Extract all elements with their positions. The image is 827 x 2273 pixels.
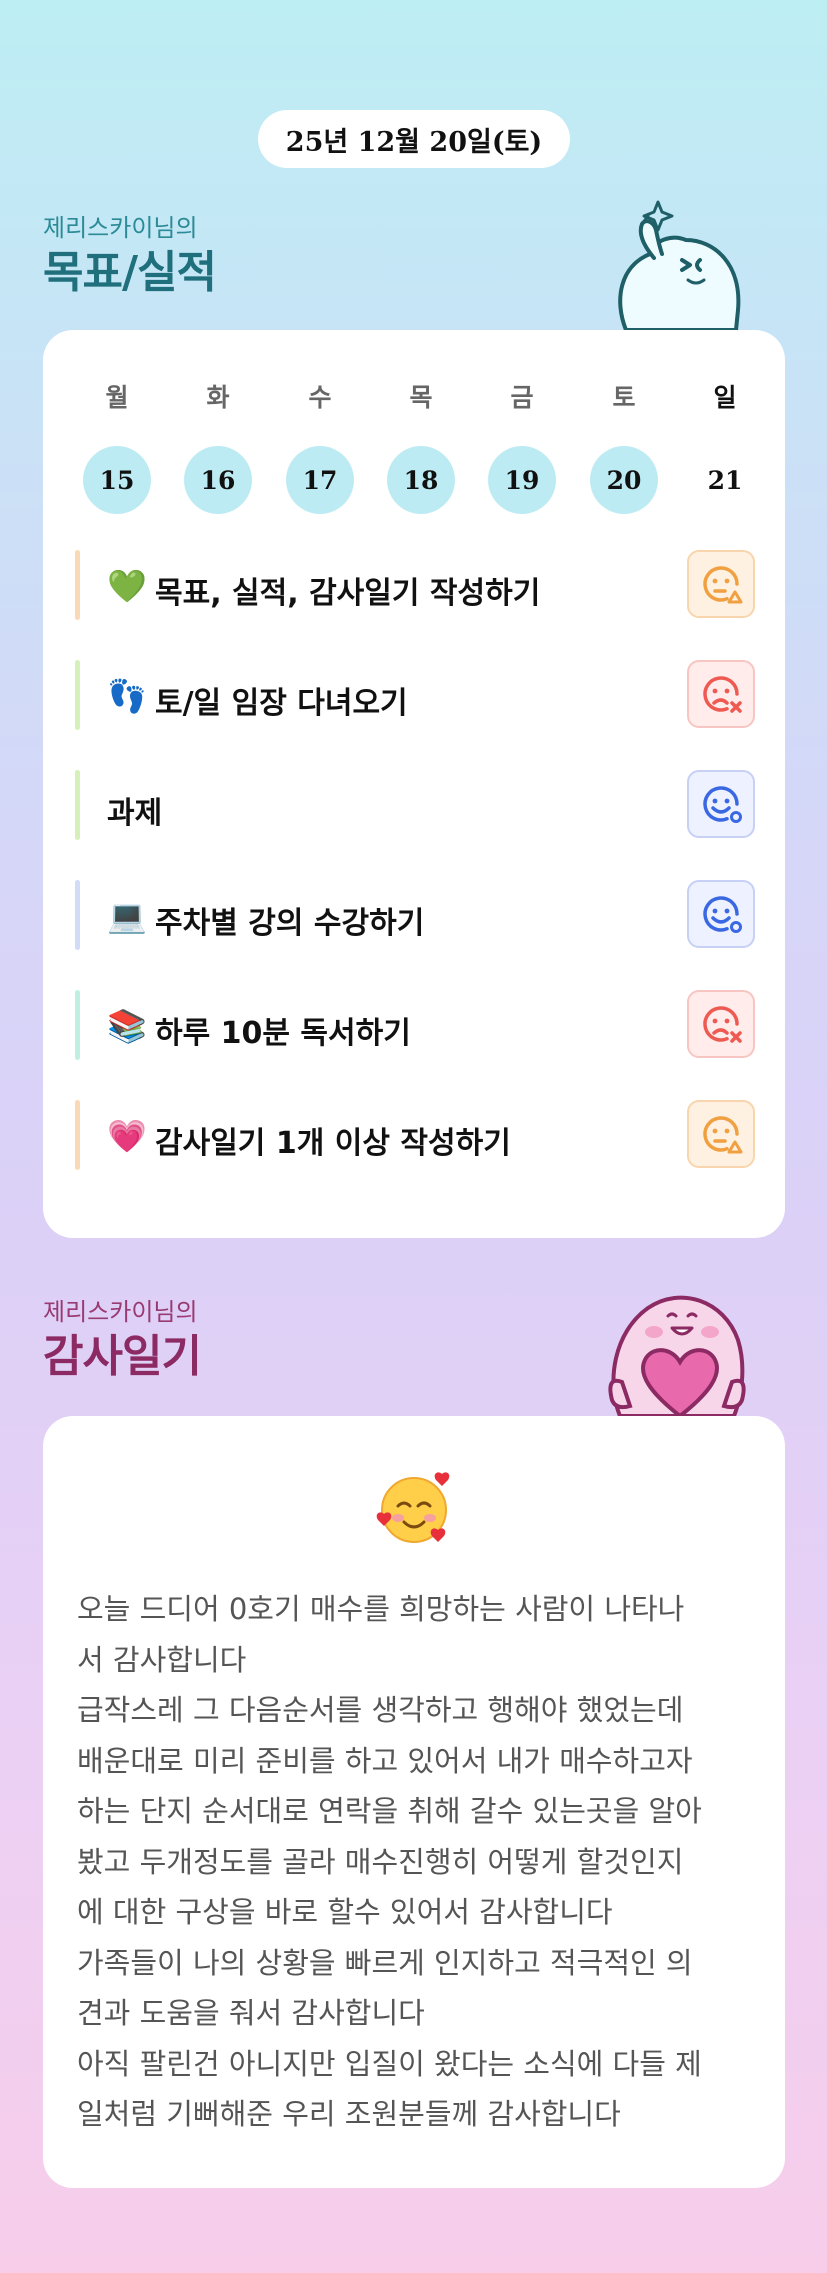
- diary-line: 아직 팔린건 아니지만 입질이 왔다는 소식에 다들 제: [77, 2046, 702, 2081]
- goal-item[interactable]: 📚 하루 10분 독서하기: [75, 990, 755, 1060]
- sad-face-x-icon[interactable]: [687, 660, 755, 728]
- day-name: 수: [308, 383, 332, 412]
- heart-mascot-icon: [608, 1295, 746, 1416]
- diary-line: 가족들이 나의 상황을 빠르게 인지하고 적극적인 의: [77, 1945, 693, 1980]
- goal-text: 목표, 실적, 감사일기 작성하기: [155, 576, 541, 611]
- goal-bar: [75, 880, 80, 950]
- calendar-day[interactable]: 금 19: [488, 378, 556, 514]
- neutral-face-warning-icon[interactable]: [687, 1100, 755, 1168]
- green-heart-icon: 💚: [107, 567, 147, 605]
- diary-line: 봤고 두개정도를 골라 매수진행히 어떻게 할것인지: [77, 1844, 684, 1879]
- day-name: 토: [612, 383, 636, 412]
- books-icon: 📚: [107, 1007, 147, 1045]
- day-name: 금: [510, 383, 534, 412]
- laptop-icon: 💻: [107, 897, 147, 935]
- goal-item[interactable]: 💻 주차별 강의 수강하기: [75, 880, 755, 950]
- sad-face-x-icon[interactable]: [687, 990, 755, 1058]
- footprints-icon: 👣: [107, 677, 147, 715]
- diary-line: 에 대한 구상을 바로 할수 있어서 감사합니다: [77, 1895, 613, 1929]
- calendar-day[interactable]: 일 21: [691, 378, 759, 514]
- day-number: 20: [590, 446, 658, 514]
- day-number: 19: [488, 446, 556, 514]
- goal-bar: [75, 770, 80, 840]
- diary-section-title: 감사일기: [43, 1331, 202, 1382]
- date-label[interactable]: 25년 12월 20일(토): [258, 110, 570, 168]
- day-number: 17: [286, 446, 354, 514]
- calendar-day[interactable]: 화 16: [184, 378, 252, 514]
- goal-text: 토/일 임장 다녀오기: [155, 686, 408, 721]
- diary-line: 서 감사합니다: [77, 1642, 247, 1677]
- goal-bar: [75, 1100, 80, 1170]
- day-number: 15: [83, 446, 151, 514]
- goal-text: 과제: [107, 796, 163, 831]
- calendar-day[interactable]: 토 20: [590, 378, 658, 514]
- goal-text: 주차별 강의 수강하기: [155, 906, 425, 941]
- day-name: 일: [713, 383, 737, 412]
- day-number: 21: [707, 465, 743, 495]
- goal-item[interactable]: 💗 감사일기 1개 이상 작성하기: [75, 1100, 755, 1170]
- diary-line: 급작스레 그 다음순서를 생각하고 행해야 했었는데: [77, 1693, 684, 1727]
- day-number: 18: [387, 446, 455, 514]
- calendar-day[interactable]: 목 18: [387, 378, 455, 514]
- goal-bar: [75, 550, 80, 620]
- day-number: 16: [184, 446, 252, 514]
- diary-line: 하는 단지 순서대로 연락을 취해 갈수 있는곳을 알아: [77, 1794, 702, 1828]
- diary-line: 견과 도움을 줘서 감사합니다: [77, 1996, 425, 2030]
- smile-face-check-icon[interactable]: [687, 770, 755, 838]
- goals-card: 월 15 화 16 수 17 목 18 금 19 토 20 일 21 💚 목표, 실적, 감사…: [43, 330, 785, 1238]
- goal-text: 감사일기 1개 이상 작성하기: [155, 1126, 511, 1161]
- day-name: 화: [206, 383, 230, 412]
- pink-heart-icon: 💗: [107, 1117, 147, 1155]
- ghost-mascot-icon: [618, 200, 741, 330]
- smile-face-check-icon[interactable]: [687, 880, 755, 948]
- goal-bar: [75, 990, 80, 1060]
- goal-item[interactable]: 과제: [75, 770, 755, 840]
- diary-text: 오늘 드디어 0호기 매수를 희망하는 사람이 나타나 서 감사합니다 급작스레…: [77, 1584, 757, 2140]
- diary-line: 배운대로 미리 준비를 하고 있어서 내가 매수하고자: [77, 1743, 693, 1778]
- neutral-face-warning-icon[interactable]: [687, 550, 755, 618]
- week-calendar: 월 15 화 16 수 17 목 18 금 19 토 20 일 21: [83, 378, 742, 514]
- calendar-day[interactable]: 월 15: [83, 378, 151, 514]
- goal-bar: [75, 660, 80, 730]
- goal-item[interactable]: 💚 목표, 실적, 감사일기 작성하기: [75, 550, 755, 620]
- day-name: 목: [409, 383, 433, 412]
- goals-section-title: 목표/실적: [43, 247, 217, 298]
- smiling-face-with-hearts-icon: [376, 1472, 450, 1543]
- day-name: 월: [105, 383, 129, 412]
- diary-line: 일처럼 기뻐해준 우리 조원분들께 감사합니다: [77, 2097, 621, 2131]
- goal-text: 하루 10분 독서하기: [155, 1016, 411, 1051]
- diary-card: 오늘 드디어 0호기 매수를 희망하는 사람이 나타나 서 감사합니다 급작스레…: [43, 1416, 785, 2188]
- diary-line: 오늘 드디어 0호기 매수를 희망하는 사람이 나타나: [77, 1592, 685, 1626]
- goal-item[interactable]: 👣 토/일 임장 다녀오기: [75, 660, 755, 730]
- calendar-day[interactable]: 수 17: [286, 378, 354, 514]
